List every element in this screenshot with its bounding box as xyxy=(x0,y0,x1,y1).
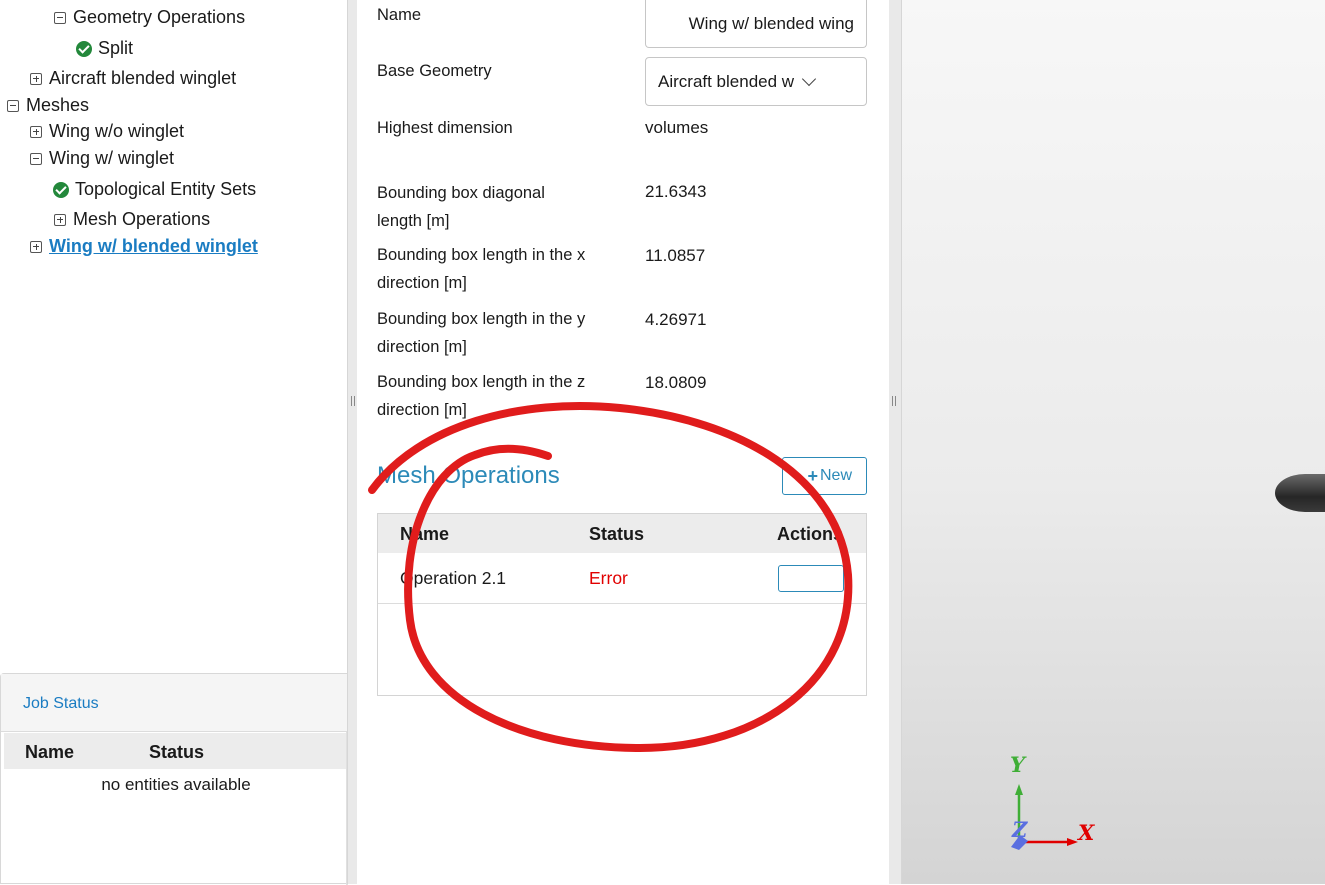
y-axis-label: Y xyxy=(1010,752,1025,777)
tree-item-label[interactable]: Geometry Operations xyxy=(73,7,245,28)
bbox-y-value: 4.26971 xyxy=(645,310,707,329)
tree-item-label[interactable]: Mesh Operations xyxy=(73,209,210,230)
base-geometry-label: Base Geometry xyxy=(377,62,492,80)
column-header-name[interactable]: Name xyxy=(25,742,74,763)
entity-tree: Geometry Operations Split Aircraft blend… xyxy=(0,0,350,672)
bbox-diagonal-label: Bounding box diagonal length [m] xyxy=(377,184,545,230)
z-axis-label: Z xyxy=(1012,817,1028,842)
tree-item-mesh-operations[interactable]: Mesh Operations xyxy=(54,209,210,230)
x-axis-arrow-icon xyxy=(1067,838,1078,846)
check-circle-icon xyxy=(76,40,92,57)
empty-message: no entities available xyxy=(101,775,251,794)
tree-item-label[interactable]: Aircraft blended winglet xyxy=(49,68,236,89)
expand-icon[interactable] xyxy=(30,72,42,85)
collapse-icon[interactable] xyxy=(7,99,19,112)
tree-item-label[interactable]: Meshes xyxy=(26,95,89,116)
expand-icon[interactable] xyxy=(30,125,42,138)
x-axis-label: X xyxy=(1078,820,1095,845)
highest-dimension-label: Highest dimension xyxy=(377,119,513,137)
bbox-z-label: Bounding box length in the z direction [… xyxy=(377,373,586,419)
base-geometry-select[interactable]: Aircraft blended w xyxy=(645,57,867,106)
tree-item-wing-wo-winglet[interactable]: Wing w/o winglet xyxy=(30,121,184,142)
operation-status: Error xyxy=(589,568,628,588)
bbox-y-label: Bounding box length in the y direction [… xyxy=(377,310,586,356)
column-header-status[interactable]: Status xyxy=(149,742,204,763)
tree-item-geometry-operations[interactable]: Geometry Operations xyxy=(54,7,245,28)
tree-item-topological-entity-sets[interactable]: Topological Entity Sets xyxy=(53,179,256,200)
bbox-z-value: 18.0809 xyxy=(645,373,707,392)
name-input-value: Wing w/ blended wing xyxy=(688,13,854,33)
tree-item-label[interactable]: Topological Entity Sets xyxy=(75,179,256,200)
chevron-down-icon xyxy=(802,71,817,87)
job-status-panel: Job Status Name Status no entities avail… xyxy=(0,673,350,885)
name-input[interactable]: Wing w/ blended wing xyxy=(645,0,867,48)
wing-model[interactable] xyxy=(1275,474,1325,512)
properties-panel: Name Wing w/ blended wing Base Geometry … xyxy=(357,0,889,884)
tree-item-label[interactable]: Split xyxy=(98,38,133,59)
column-header-status[interactable]: Status xyxy=(589,524,644,545)
expand-icon[interactable] xyxy=(30,240,42,253)
right-splitter[interactable] xyxy=(888,0,902,884)
collapse-icon[interactable] xyxy=(30,152,42,165)
bbox-x-label: Bounding box length in the x direction [… xyxy=(377,246,586,292)
mesh-operations-title: Mesh Operations xyxy=(377,462,560,489)
mesh-table-header: Name Status Actions xyxy=(378,514,866,553)
new-button-label: New xyxy=(819,467,852,484)
column-header-actions[interactable]: Actions xyxy=(777,524,843,545)
tree-item-label[interactable]: Wing w/ blended winglet xyxy=(49,236,258,257)
drag-handle-icon[interactable] xyxy=(351,396,355,406)
highest-dimension-value: volumes xyxy=(645,118,709,137)
bbox-diagonal-value: 21.6343 xyxy=(645,182,707,201)
y-axis-arrow-icon xyxy=(1015,784,1023,795)
tree-item-aircraft-blended-winglet[interactable]: Aircraft blended winglet xyxy=(30,68,236,89)
job-status-title: Job Status xyxy=(23,695,99,712)
drag-handle-icon[interactable] xyxy=(892,396,896,406)
tree-item-wing-w-winglet[interactable]: Wing w/ winglet xyxy=(30,148,174,169)
name-label: Name xyxy=(377,6,422,24)
plus-icon: + xyxy=(807,465,818,486)
operation-name[interactable]: Operation 2.1 xyxy=(400,568,506,589)
row-actions-button[interactable] xyxy=(778,565,844,592)
tree-item-meshes[interactable]: Meshes xyxy=(7,95,89,116)
tree-item-split[interactable]: Split xyxy=(76,38,133,59)
new-mesh-operation-button[interactable]: + New xyxy=(782,457,867,495)
check-circle-icon xyxy=(53,181,69,198)
mesh-operations-table: Name Status Actions Operation 2.1 Error xyxy=(377,513,867,696)
expand-icon[interactable] xyxy=(54,213,66,226)
tree-item-wing-w-blended-winglet[interactable]: Wing w/ blended winglet xyxy=(30,236,258,257)
collapse-icon[interactable] xyxy=(54,11,66,24)
table-row[interactable]: Operation 2.1 Error xyxy=(378,553,866,604)
tree-item-label[interactable]: Wing w/ winglet xyxy=(49,148,174,169)
tree-item-label[interactable]: Wing w/o winglet xyxy=(49,121,184,142)
base-geometry-value: Aircraft blended w xyxy=(658,71,795,91)
3d-viewport[interactable]: Y X Z xyxy=(902,0,1325,884)
job-status-table-header: Name Status xyxy=(4,733,348,769)
bbox-x-value: 11.0857 xyxy=(645,246,706,265)
column-header-name[interactable]: Name xyxy=(400,524,449,545)
